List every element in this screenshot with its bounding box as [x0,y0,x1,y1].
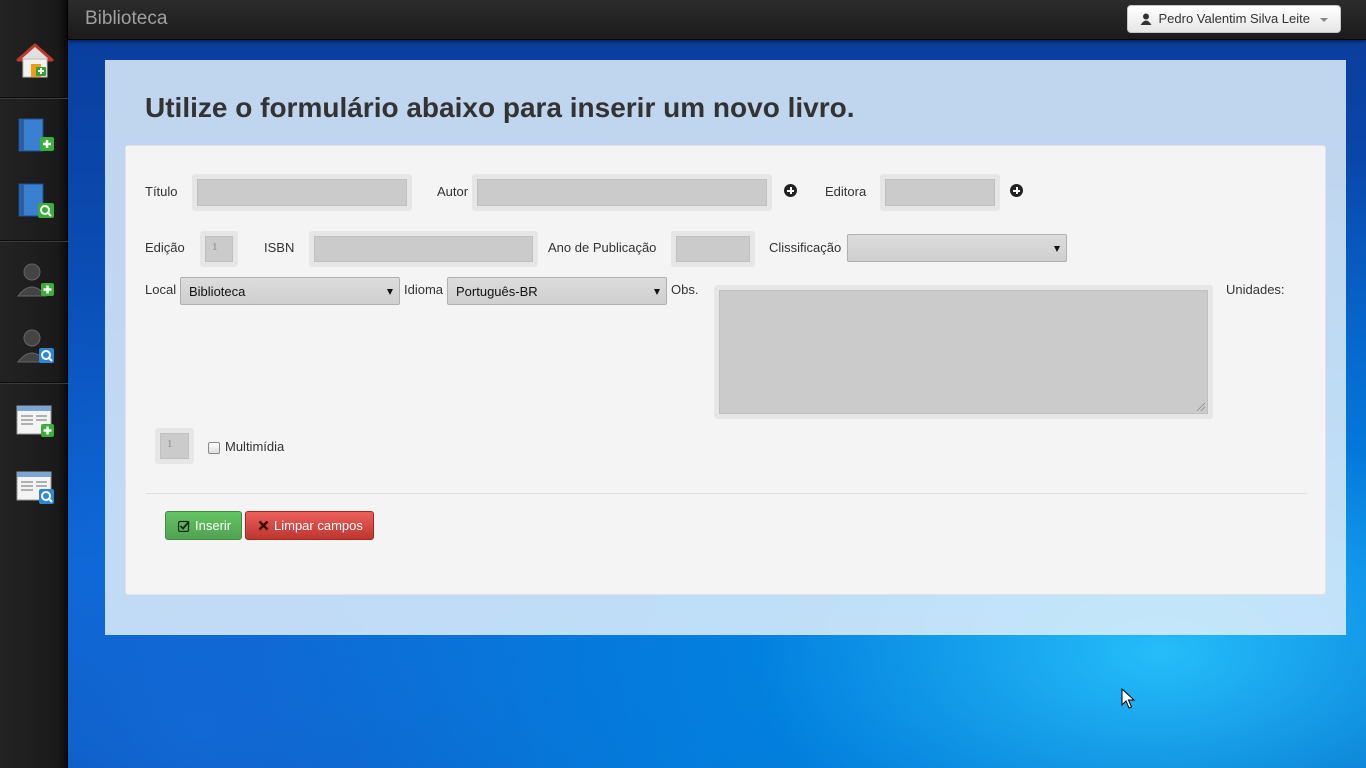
edicao-input[interactable]: 1 [200,231,238,267]
user-name: Pedro Valentim Silva Leite [1158,11,1310,26]
ano-publicacao-label: Ano de Publicação [548,240,657,255]
insert-button[interactable]: Inserir [165,511,243,540]
local-select[interactable]: Biblioteca [180,277,400,305]
local-label: Local [145,282,177,297]
unidades-input[interactable]: 1 [155,428,194,464]
search-user-icon[interactable] [14,326,56,368]
obs-label: Obs. [671,282,699,297]
top-navbar: Biblioteca Pedro Valentim Silva Leite [68,0,1366,40]
isbn-label: ISBN [264,240,295,255]
main-panel: Utilize o formulário abaixo para inserir… [105,60,1346,635]
form-divider [146,493,1307,494]
app-brand[interactable]: Biblioteca [85,8,167,30]
edicao-label: Edição [145,240,185,255]
unidades-label: Unidades: [1226,282,1285,297]
close-icon [258,520,269,531]
mouse-cursor-icon [1121,688,1135,709]
page-title: Utilize o formulário abaixo para inserir… [145,92,855,123]
resize-grip-icon[interactable] [1197,403,1205,411]
titulo-input[interactable] [192,174,412,211]
book-form: Título Autor Editora Edição 1 ISBN Ano d… [125,145,1326,595]
app-sidebar [0,0,68,768]
user-menu-button[interactable]: Pedro Valentim Silva Leite [1127,5,1341,33]
ano-publicacao-input[interactable] [671,231,755,267]
check-icon [178,520,190,532]
classificacao-label: Clissificação [769,240,842,255]
add-loan-icon[interactable] [14,400,56,442]
autor-label: Autor [437,184,469,199]
multimidia-label: Multimídia [225,439,285,454]
isbn-input[interactable] [309,231,538,267]
dropdown-arrow-icon [387,289,393,295]
editora-input[interactable] [880,174,1000,211]
local-value: Biblioteca [189,284,246,299]
obs-textarea[interactable] [714,285,1213,419]
insert-button-label: Inserir [195,518,232,533]
multimidia-checkbox[interactable] [208,442,220,454]
idioma-label: Idioma [404,282,444,297]
sidebar-divider [0,382,68,384]
dropdown-arrow-icon [654,289,660,295]
add-book-icon[interactable] [14,115,56,157]
search-loan-icon[interactable] [14,466,56,508]
titulo-label: Título [145,184,178,199]
idioma-value: Português-BR [456,284,538,299]
clear-fields-button[interactable]: Limpar campos [245,511,374,540]
home-icon[interactable] [14,40,56,82]
caret-down-icon [1320,18,1328,22]
idioma-select[interactable]: Português-BR [447,277,667,305]
add-editora-icon[interactable] [1010,184,1023,197]
classificacao-select[interactable] [847,234,1067,262]
editora-label: Editora [825,184,867,199]
sidebar-divider [0,240,68,242]
search-book-icon[interactable] [14,180,56,222]
clear-fields-button-label: Limpar campos [274,518,363,533]
user-icon [1140,13,1152,25]
add-user-icon[interactable] [14,260,56,302]
add-autor-icon[interactable] [784,184,797,197]
dropdown-arrow-icon [1054,246,1060,252]
autor-input[interactable] [472,174,772,211]
sidebar-divider [0,97,68,99]
